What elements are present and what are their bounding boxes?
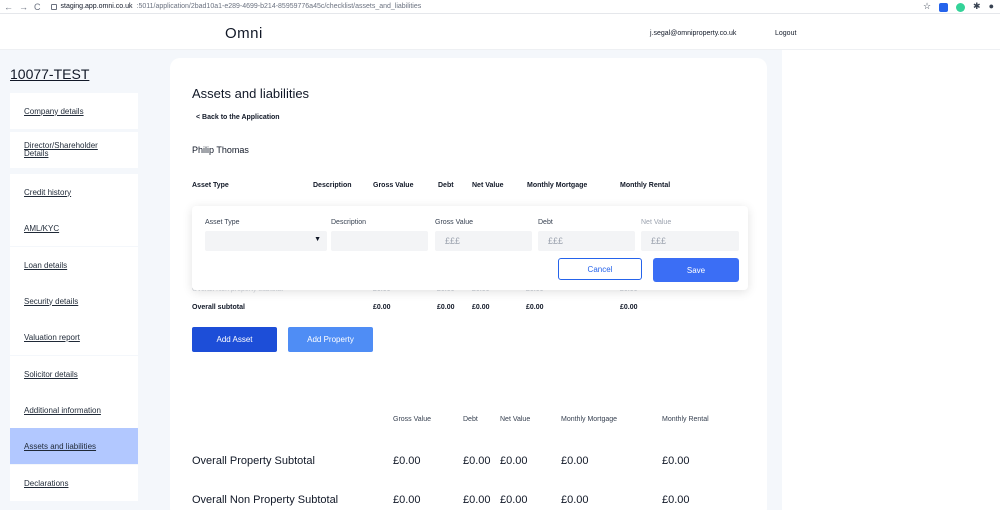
column-header-debt: Debt — [438, 182, 454, 189]
browser-toolbar: ← → C staging.app.omni.co.uk:5011/applic… — [0, 0, 1000, 14]
forward-arrow-icon[interactable]: → — [19, 2, 28, 12]
sidebar-item-label: Security details — [24, 296, 79, 306]
sidebar-item-loan-details[interactable]: Loan details — [10, 247, 138, 283]
table-cell: £0.00 — [472, 304, 490, 311]
back-arrow-icon[interactable]: ← — [4, 2, 13, 12]
chevron-down-icon: ▼ — [314, 236, 321, 243]
column-header-description: Description — [313, 182, 352, 189]
extensions-area: ☆ ✱ ● — [923, 1, 994, 12]
column-header-asset-type: Asset Type — [192, 182, 229, 189]
sidebar-item-label: Director/Shareholder Details — [24, 141, 98, 158]
sidebar-item-label: Declarations — [24, 478, 69, 488]
summary-cell: £0.00 — [500, 455, 528, 467]
sidebar-item-label: AML/KYC — [24, 223, 60, 233]
column-header-monthly-mortgage: Monthly Mortgage — [527, 182, 588, 189]
save-button[interactable]: Save — [653, 258, 739, 282]
table-cell: £0.00 — [620, 304, 638, 311]
add-asset-button[interactable]: Add Asset — [192, 327, 277, 352]
debt-label: Debt — [538, 219, 553, 226]
star-icon[interactable]: ☆ — [923, 1, 931, 12]
summary-cell: £0.00 — [561, 455, 589, 467]
url-host: staging.app.omni.co.uk — [60, 3, 133, 10]
summary-cell: £0.00 — [463, 494, 491, 506]
owner-name: Philip Thomas — [192, 145, 249, 155]
sidebar-item-label: Loan details — [24, 260, 68, 270]
column-header-net-value: Net Value — [472, 182, 504, 189]
address-bar[interactable]: staging.app.omni.co.uk:5011/application/… — [50, 3, 422, 10]
back-link[interactable]: < Back to the Application — [196, 114, 280, 121]
add-property-button[interactable]: Add Property — [288, 327, 373, 352]
summary-cell: £0.00 — [393, 494, 421, 506]
user-email: j.segal@omniproperty.co.uk — [650, 30, 737, 37]
description-input[interactable] — [331, 231, 428, 251]
summary-header-debt: Debt — [463, 416, 478, 423]
extension-icon[interactable] — [956, 3, 966, 12]
net-value-label: Net Value — [641, 219, 672, 226]
gross-value-label: Gross Value — [435, 219, 473, 226]
summary-cell: £0.00 — [662, 494, 690, 506]
description-label: Description — [331, 219, 367, 226]
cancel-button[interactable]: Cancel — [558, 258, 642, 280]
logout-link[interactable]: Logout — [775, 30, 796, 37]
sidebar-item-additional-information[interactable]: Additional information — [10, 392, 138, 428]
summary-header-gross-value: Gross Value — [393, 416, 431, 423]
puzzle-icon[interactable]: ✱ — [973, 1, 981, 12]
page-title: Assets and liabilities — [192, 86, 310, 101]
summary-row-label: Overall Property Subtotal — [192, 455, 315, 467]
sidebar-item-label: Solicitor details — [24, 369, 78, 379]
table-cell: £0.00 — [437, 304, 455, 311]
sidebar-item-valuation-report[interactable]: Valuation report — [10, 319, 138, 355]
net-value-input[interactable]: £££ — [641, 231, 739, 251]
summary-cell: £0.00 — [500, 494, 528, 506]
sidebar-item-security-details[interactable]: Security details — [10, 283, 138, 319]
sidebar-item-aml-kyc[interactable]: AML/KYC — [10, 210, 138, 246]
summary-cell: £0.00 — [561, 494, 589, 506]
sidebar-item-company-details[interactable]: Company details — [10, 93, 138, 129]
asset-type-select[interactable]: ▼ — [205, 231, 327, 251]
case-title: 10077-TEST — [10, 66, 90, 82]
column-header-monthly-rental: Monthly Rental — [620, 182, 671, 189]
summary-cell: £0.00 — [463, 455, 491, 467]
sidebar-item-director-details[interactable]: Director/Shareholder Details — [10, 132, 138, 168]
debt-input[interactable]: £££ — [538, 231, 635, 251]
logo[interactable]: Omni — [225, 25, 263, 42]
url-path: :5011/application/2bad10a1-e289-4699-b21… — [136, 3, 422, 10]
extension-icon[interactable] — [939, 3, 949, 12]
right-panel — [782, 50, 1000, 510]
table-row-label: Overall subtotal — [192, 304, 245, 311]
table-cell: £0.00 — [373, 304, 391, 311]
sidebar-item-label: Assets and liabilities — [24, 441, 97, 451]
summary-cell: £0.00 — [393, 455, 421, 467]
lock-icon — [50, 3, 57, 10]
sidebar-item-label: Credit history — [24, 187, 72, 197]
sidebar-item-label: Valuation report — [24, 332, 80, 342]
sidebar-item-label: Additional information — [24, 405, 101, 415]
app-header: Omni j.segal@omniproperty.co.uk Logout — [0, 14, 1000, 50]
gross-value-input[interactable]: £££ — [435, 231, 532, 251]
table-cell: £0.00 — [526, 304, 544, 311]
summary-cell: £0.00 — [662, 455, 690, 467]
reload-icon[interactable]: C — [34, 2, 41, 12]
asset-type-label: Asset Type — [205, 219, 240, 226]
summary-row-label: Overall Non Property Subtotal — [192, 494, 339, 506]
sidebar-item-label: Company details — [24, 106, 84, 116]
summary-header-net-value: Net Value — [500, 416, 531, 423]
browser-nav: ← → C — [0, 2, 41, 12]
summary-header-monthly-mortgage: Monthly Mortgage — [561, 416, 618, 423]
sidebar-item-credit-history[interactable]: Credit history — [10, 174, 138, 210]
summary-header-monthly-rental: Monthly Rental — [662, 416, 709, 423]
sidebar-item-assets-and-liabilities[interactable]: Assets and liabilities — [10, 428, 138, 464]
sidebar-item-solicitor-details[interactable]: Solicitor details — [10, 356, 138, 392]
sidebar-item-declarations[interactable]: Declarations — [10, 465, 138, 501]
column-header-gross-value: Gross Value — [373, 182, 414, 189]
profile-icon[interactable]: ● — [989, 1, 994, 12]
